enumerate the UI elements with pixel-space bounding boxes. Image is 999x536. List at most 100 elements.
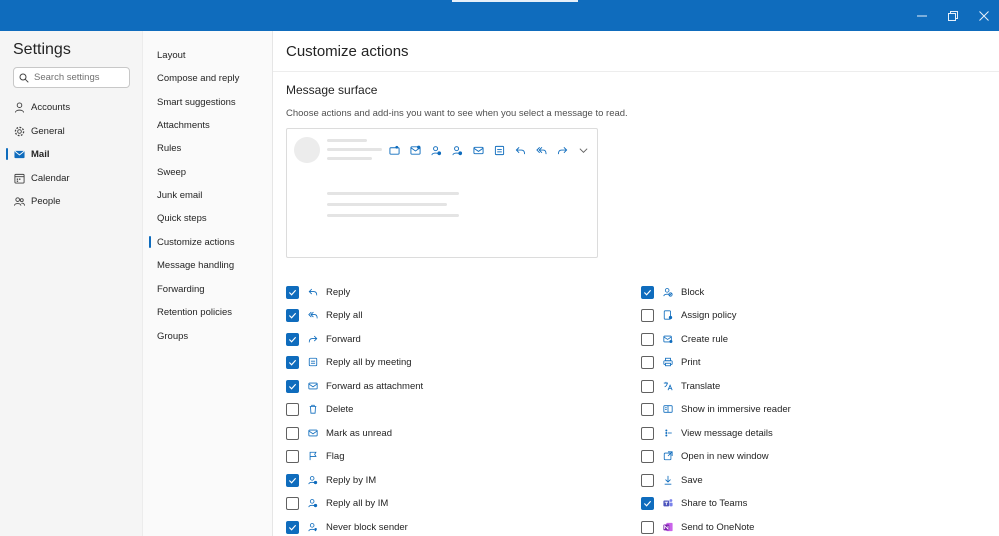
preview-toolbar [387,143,590,157]
checkbox[interactable] [286,473,299,487]
action-forward-as-attachment[interactable]: Forward as attachment [286,378,616,394]
category-people[interactable]: People [0,190,143,212]
checkmark-icon [288,477,297,484]
flag-icon [307,451,318,462]
checkbox[interactable] [641,449,654,463]
nav-sweep[interactable]: Sweep [143,162,273,182]
action-label: Open in new window [681,450,769,462]
action-forward[interactable]: Forward [286,331,616,347]
action-assign-policy[interactable]: Assign policy [641,307,971,323]
people-icon [14,196,25,206]
action-show-in-immersive-reader[interactable]: Show in immersive reader [641,401,971,417]
reply-by-im-icon [429,143,443,157]
checkbox[interactable] [641,496,654,510]
nav-rules[interactable]: Rules [143,138,273,158]
forward-as-attachment-icon [408,143,422,157]
checkbox[interactable] [641,402,654,416]
checkbox[interactable] [286,355,299,369]
nav-layout[interactable]: Layout [143,45,273,65]
nav-attachments[interactable]: Attachments [143,115,273,135]
person-icon [14,101,25,113]
checkbox[interactable] [286,308,299,322]
checkbox[interactable] [286,285,299,299]
category-general[interactable]: General [0,120,143,142]
nav-compose-and-reply[interactable]: Compose and reply [143,68,273,88]
checkbox[interactable] [641,473,654,487]
action-label: Reply all by meeting [326,356,412,368]
category-label: General [31,125,65,137]
checkbox[interactable] [286,426,299,440]
action-label: Delete [326,403,354,415]
divider [273,71,999,72]
download-icon [662,475,673,486]
checkmark-icon [288,524,297,531]
close-icon [978,10,989,21]
checkbox[interactable] [641,332,654,346]
checkbox[interactable] [286,332,299,346]
action-send-to-onenote[interactable]: Send to OneNote [641,519,971,535]
nav-groups[interactable]: Groups [143,326,273,346]
checkbox[interactable] [641,426,654,440]
action-reply-by-im[interactable]: Reply by IM [286,472,616,488]
nav-junk-email[interactable]: Junk email [143,185,273,205]
checkmark-icon [288,336,297,343]
action-create-rule[interactable]: Create rule [641,331,971,347]
policy-icon [662,310,673,321]
restore-button[interactable] [937,0,968,31]
action-reply-all-by-im[interactable]: Reply all by IM [286,495,616,511]
checkbox[interactable] [641,285,654,299]
nav-retention-policies[interactable]: Retention policies [143,302,273,322]
block-person-icon [662,287,673,298]
action-save[interactable]: Save [641,472,971,488]
checkbox[interactable] [286,402,299,416]
search-input[interactable] [34,72,124,83]
checkbox[interactable] [286,449,299,463]
close-button[interactable] [968,0,999,31]
action-label: Forward as attachment [326,380,424,392]
nav-smart-suggestions[interactable]: Smart suggestions [143,92,273,112]
checkbox[interactable] [286,520,299,534]
nav-quick-steps[interactable]: Quick steps [143,208,273,228]
checkbox[interactable] [641,379,654,393]
category-calendar[interactable]: Calendar [0,167,143,189]
action-delete[interactable]: Delete [286,401,616,417]
action-share-to-teams[interactable]: Share to Teams [641,495,971,511]
action-view-message-details[interactable]: View message details [641,425,971,441]
category-mail[interactable]: Mail [0,143,143,165]
action-never-block-sender[interactable]: Never block sender [286,519,616,535]
reply-all-icon [307,310,318,321]
action-flag[interactable]: Flag [286,448,616,464]
chevron-down-icon [576,143,590,157]
nav-customize-actions[interactable]: Customize actions [143,232,273,252]
nav-forwarding[interactable]: Forwarding [143,279,273,299]
customize-actions-pane: Customize actions Message surface Choose… [273,31,999,536]
action-block[interactable]: Block [641,284,971,300]
reply-all-icon [534,143,548,157]
message-surface-preview [286,128,598,258]
nav-message-handling[interactable]: Message handling [143,255,273,275]
checkmark-icon [288,289,297,296]
checkbox[interactable] [286,496,299,510]
onenote-icon [662,522,673,533]
action-label: Translate [681,380,721,392]
action-label: Flag [326,450,345,462]
reply-icon [307,287,318,298]
checkbox[interactable] [286,379,299,393]
action-reply-all-by-meeting[interactable]: Reply all by meeting [286,354,616,370]
category-accounts[interactable]: Accounts [0,96,143,118]
action-open-in-new-window[interactable]: Open in new window [641,448,971,464]
action-translate[interactable]: Translate [641,378,971,394]
checkbox[interactable] [641,308,654,322]
action-label: Block [681,286,705,298]
search-box[interactable] [13,67,130,88]
action-print[interactable]: Print [641,354,971,370]
action-reply-all[interactable]: Reply all [286,307,616,323]
chat-person-icon [307,498,318,509]
checkbox[interactable] [641,355,654,369]
minimize-button[interactable] [906,0,937,31]
action-mark-as-unread[interactable]: Mark as unread [286,425,616,441]
action-label: Never block sender [326,521,408,533]
checkbox[interactable] [641,520,654,534]
details-icon [662,428,673,439]
action-reply[interactable]: Reply [286,284,616,300]
